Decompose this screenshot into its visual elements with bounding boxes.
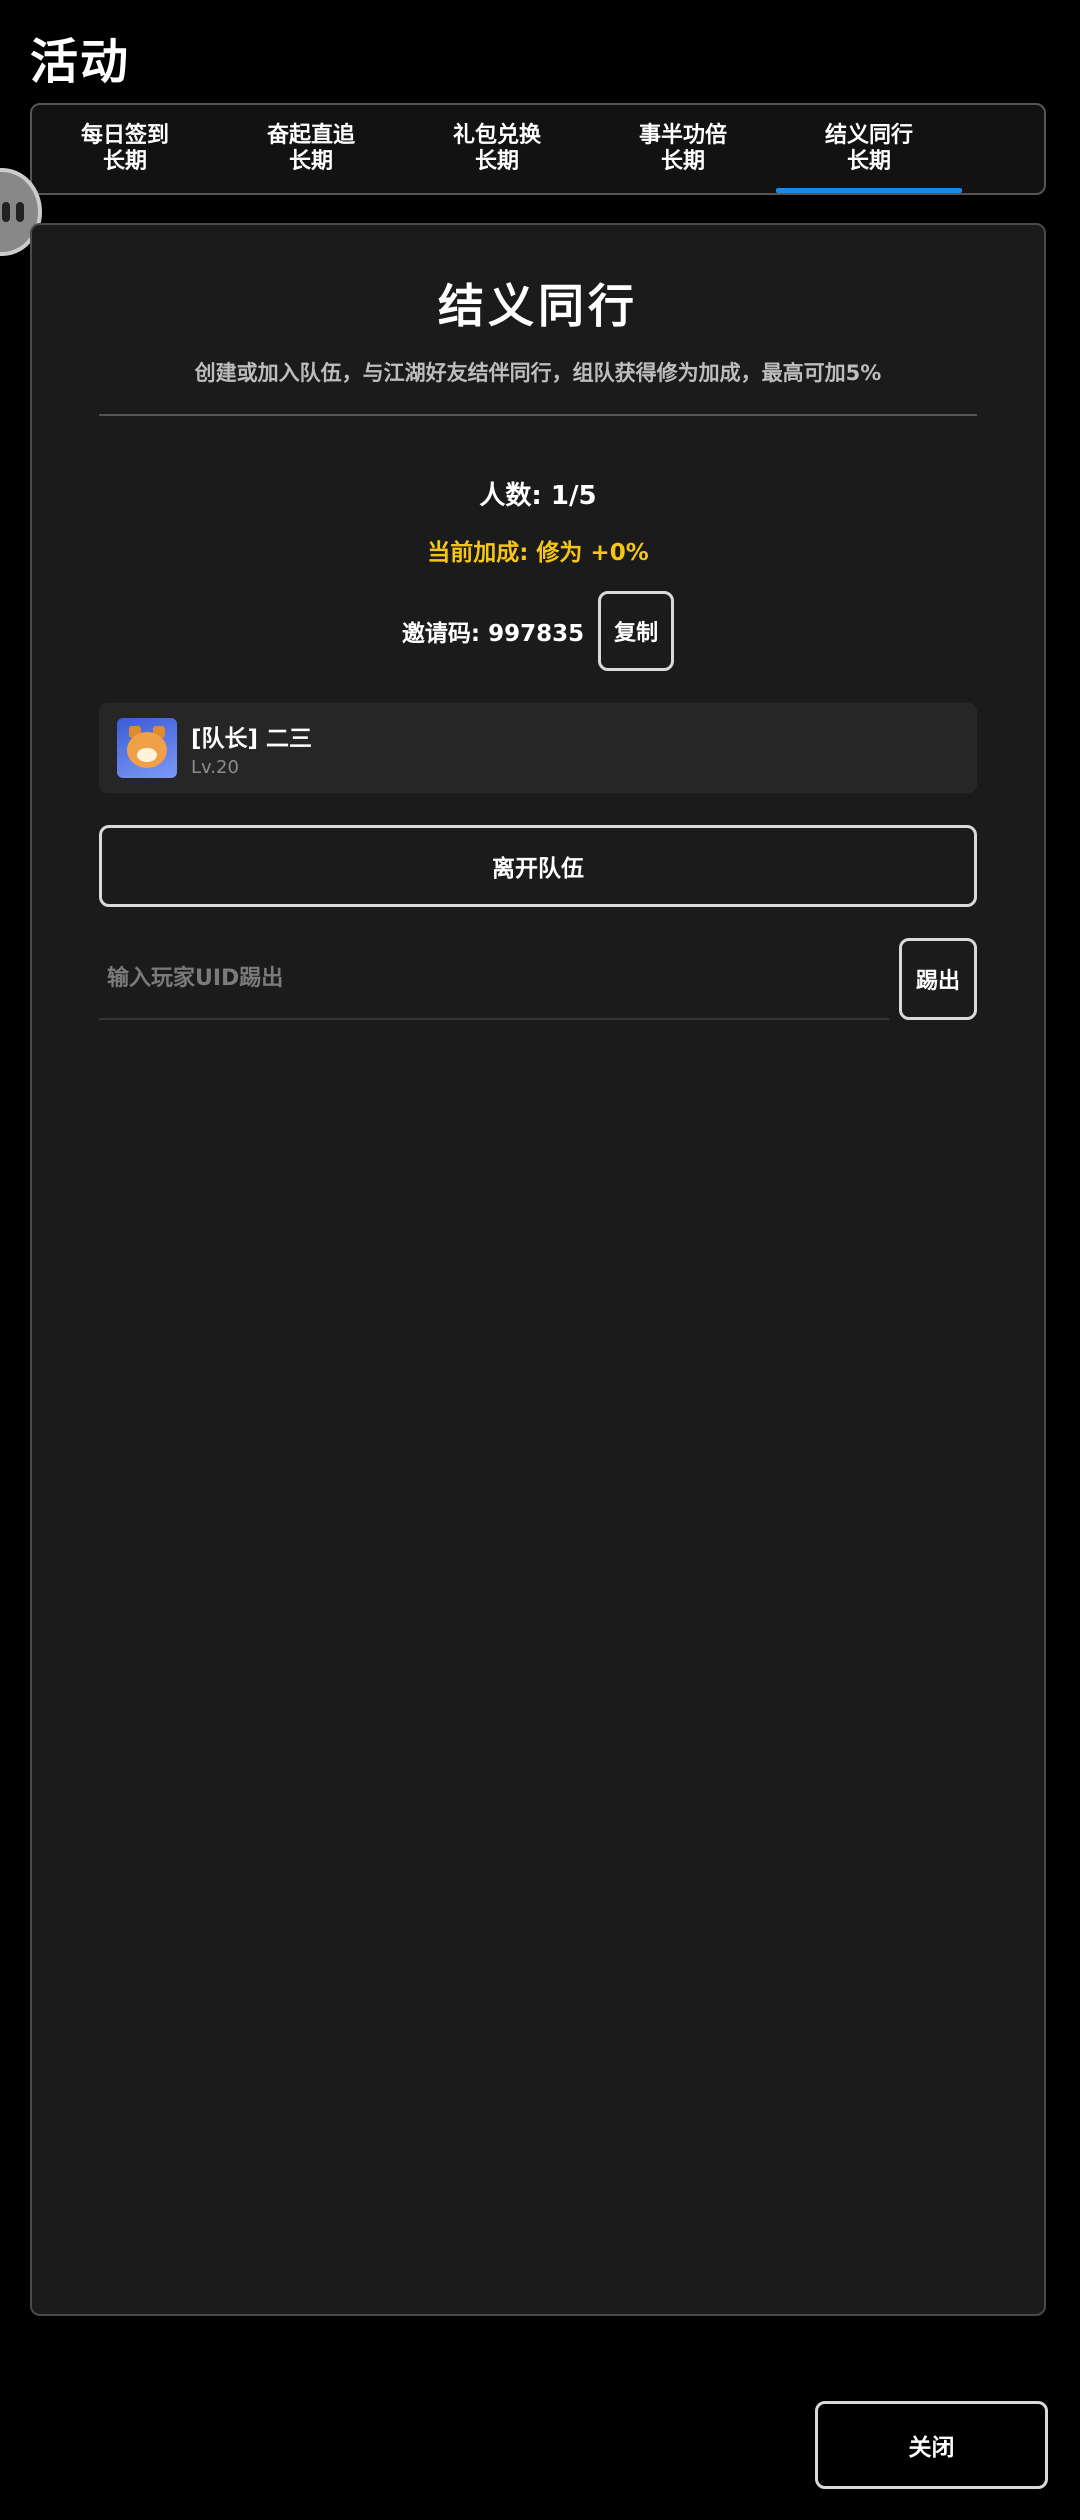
tab-sublabel: 长期 [474,149,519,174]
activity-tabs: 每日签到 长期 奋起直追 长期 礼包兑换 长期 事半功倍 长期 结义同行 长期 [30,103,1046,195]
member-info: [队长] 二三 Lv.20 [191,719,312,778]
eye-dot [16,202,24,222]
member-card[interactable]: [队长] 二三 Lv.20 [99,703,977,793]
current-bonus: 当前加成: 修为 +0% [427,540,649,566]
copy-button[interactable]: 复制 [598,591,675,671]
invite-code: 邀请码: 997835 [401,621,585,647]
tab-sworn-together[interactable]: 结义同行 长期 [776,105,962,193]
kick-row: 踢出 [99,938,977,1020]
tab-sublabel: 长期 [846,149,891,174]
tab-catch-up[interactable]: 奋起直追 长期 [218,105,404,193]
shiba-dog-avatar [117,718,177,778]
member-level: Lv.20 [191,756,239,778]
panel-description: 创建或加入队伍，与江湖好友结伴同行，组队获得修为加成，最高可加5% [194,361,882,385]
tab-double-effect[interactable]: 事半功倍 长期 [590,105,776,193]
tab-label: 每日签到 [80,123,169,148]
leave-team-button[interactable]: 离开队伍 [99,825,977,907]
close-button[interactable]: 关闭 [815,2401,1048,2489]
divider [99,414,977,416]
team-panel: 结义同行 创建或加入队伍，与江湖好友结伴同行，组队获得修为加成，最高可加5% 人… [30,223,1046,2316]
tab-daily-checkin[interactable]: 每日签到 长期 [32,105,218,193]
member-count: 人数: 1/5 [479,481,597,511]
tab-sublabel: 长期 [102,149,147,174]
tab-label: 事半功倍 [638,123,727,148]
tab-label: 结义同行 [824,123,913,148]
tab-gift-redeem[interactable]: 礼包兑换 长期 [404,105,590,193]
tab-label: 礼包兑换 [452,123,541,148]
tab-sublabel: 长期 [660,149,705,174]
tab-label: 奋起直追 [266,123,355,148]
member-name: [队长] 二三 [191,725,313,752]
eye-dot [2,202,10,222]
kick-uid-input[interactable] [99,938,889,1020]
panel-title: 结义同行 [438,279,638,333]
kick-button[interactable]: 踢出 [899,938,977,1020]
tab-sublabel: 长期 [288,149,333,174]
invite-code-row: 邀请码: 997835 复制 [32,591,1044,671]
page-title: 活动 [30,34,131,90]
